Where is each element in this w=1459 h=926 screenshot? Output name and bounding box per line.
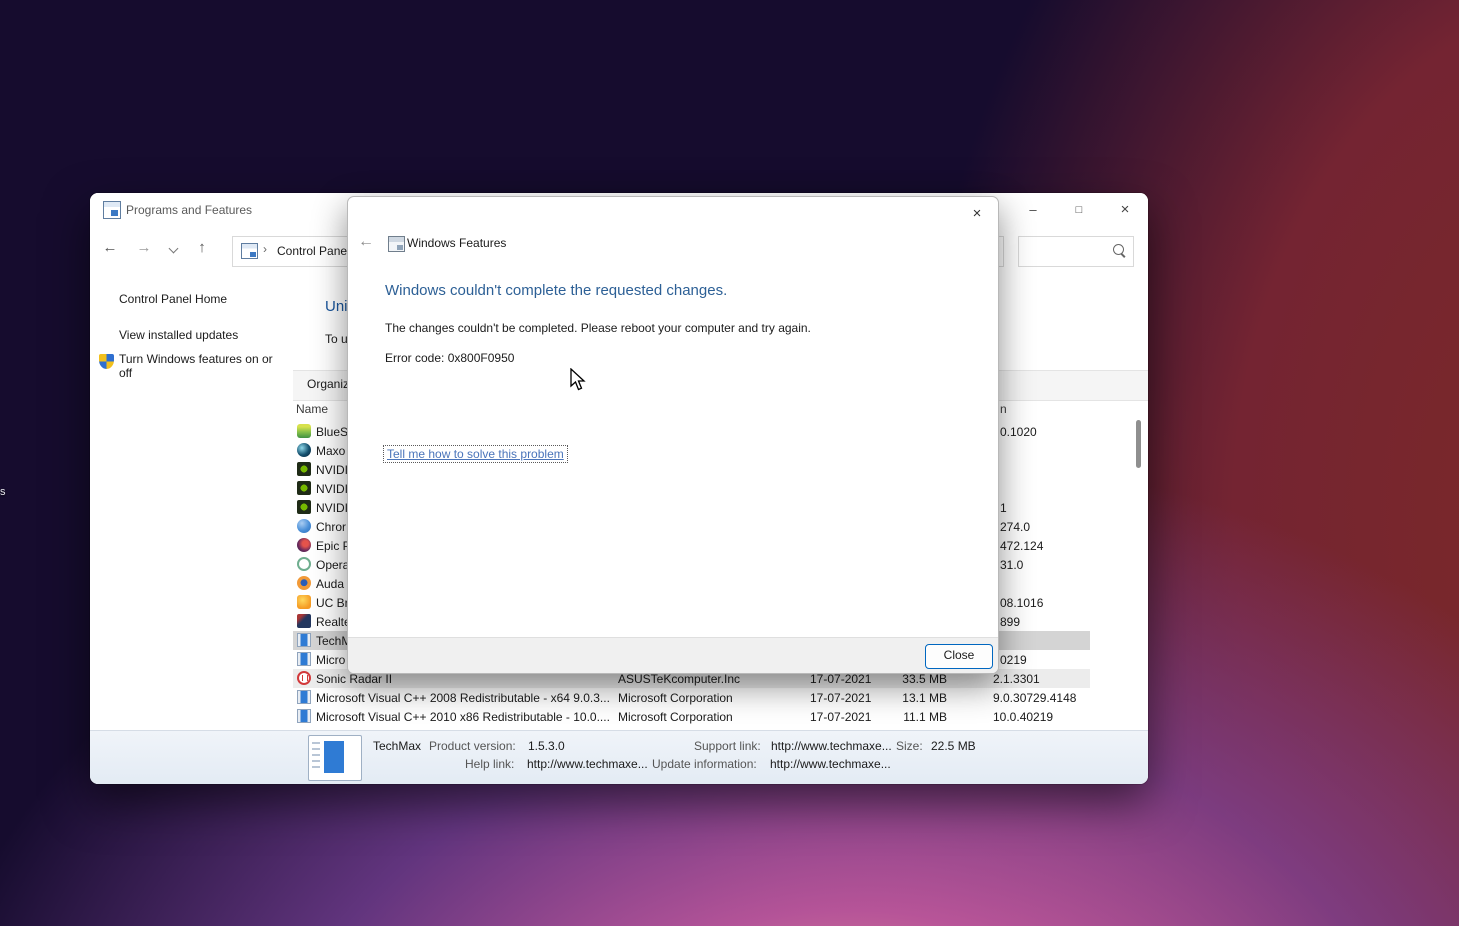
table-row[interactable]: Microsoft Visual C++ 2008 Redistributabl… (293, 688, 1090, 707)
dialog-footer: Close (348, 637, 998, 673)
dialog-title: Windows Features (407, 236, 506, 250)
windows-app-icon (297, 709, 311, 723)
sidebar-item-control-panel-home[interactable]: Control Panel Home (119, 292, 227, 306)
up-icon[interactable]: ↑ (190, 239, 214, 256)
dialog-heading: Windows couldn't complete the requested … (385, 282, 727, 299)
windows-features-dialog: × ← Windows Features Windows couldn't co… (347, 196, 999, 674)
support-link-label: Support link: (694, 739, 761, 753)
details-pane: TechMax Product version: 1.5.3.0 Support… (90, 730, 1148, 784)
windows-app-icon (297, 633, 311, 647)
programs-features-icon (103, 201, 121, 219)
help-link-value[interactable]: http://www.techmaxe... (527, 757, 648, 771)
back-icon[interactable]: ← (98, 239, 122, 256)
windows-features-icon (388, 236, 405, 252)
scrollbar-thumb[interactable] (1136, 420, 1141, 468)
size-label: Size: (896, 739, 923, 753)
recent-locations-icon[interactable] (169, 244, 179, 254)
dialog-close-button[interactable]: Close (925, 644, 993, 669)
opera-icon (297, 557, 311, 571)
dialog-close-icon[interactable]: × (966, 203, 988, 225)
desktop-icon-label-fragment: s (0, 486, 6, 498)
update-information-value[interactable]: http://www.techmaxe... (770, 757, 891, 771)
sidebar-item-turn-windows-features[interactable]: Turn Windows features on or off (119, 352, 281, 380)
uac-shield-icon (99, 354, 114, 369)
mouse-cursor (570, 368, 587, 392)
product-version-label: Product version: (429, 739, 516, 753)
minimize-button[interactable]: – (1013, 195, 1053, 225)
maximize-button[interactable]: □ (1059, 195, 1099, 225)
intro-text-fragment: To u (325, 332, 348, 346)
uc-browser-icon (297, 595, 311, 609)
search-icon (1113, 244, 1124, 255)
chromium-icon (297, 519, 311, 533)
breadcrumb-control-panel[interactable]: Control Panel (277, 244, 350, 258)
breadcrumb-icon (241, 243, 258, 259)
forward-icon[interactable]: → (132, 239, 156, 256)
error-code-text: Error code: 0x800F0950 (385, 351, 514, 365)
dialog-back-icon[interactable]: ← (358, 233, 374, 251)
help-link-label: Help link: (465, 757, 514, 771)
chevron-right-icon: › (263, 242, 267, 256)
update-information-label: Update information: (652, 757, 757, 771)
solve-problem-link[interactable]: Tell me how to solve this problem (383, 445, 568, 463)
windows-app-icon (297, 690, 311, 704)
search-input[interactable] (1018, 236, 1134, 267)
dialog-body-text: The changes couldn't be completed. Pleas… (385, 321, 811, 335)
maxon-icon (297, 443, 311, 457)
column-header-name[interactable]: Name (296, 402, 328, 416)
product-version-value: 1.5.3.0 (528, 739, 565, 753)
windows-app-icon (297, 652, 311, 666)
bluestacks-icon (297, 424, 311, 438)
nvidia-icon (297, 481, 311, 495)
window-title: Programs and Features (126, 203, 252, 217)
support-link-value[interactable]: http://www.techmaxe... (771, 739, 892, 753)
page-title-fragment: Uni (325, 298, 348, 315)
epic-icon (297, 538, 311, 552)
details-app-name: TechMax (373, 739, 421, 753)
sidebar-item-view-installed-updates[interactable]: View installed updates (119, 328, 238, 342)
realtek-icon (297, 614, 311, 628)
nvidia-icon (297, 500, 311, 514)
techmax-app-icon (308, 735, 362, 781)
organize-button[interactable]: Organiz (307, 377, 349, 391)
nvidia-icon (297, 462, 311, 476)
table-row[interactable]: Microsoft Visual C++ 2010 x86 Redistribu… (293, 707, 1090, 726)
audacity-icon (297, 576, 311, 590)
desktop: { "desktop": { "stray_label": "s" }, "ic… (0, 0, 1459, 926)
column-header-version-fragment[interactable]: n (1000, 402, 1007, 416)
close-button[interactable]: × (1105, 195, 1145, 225)
size-value: 22.5 MB (931, 739, 976, 753)
sonic-radar-icon (297, 671, 311, 685)
